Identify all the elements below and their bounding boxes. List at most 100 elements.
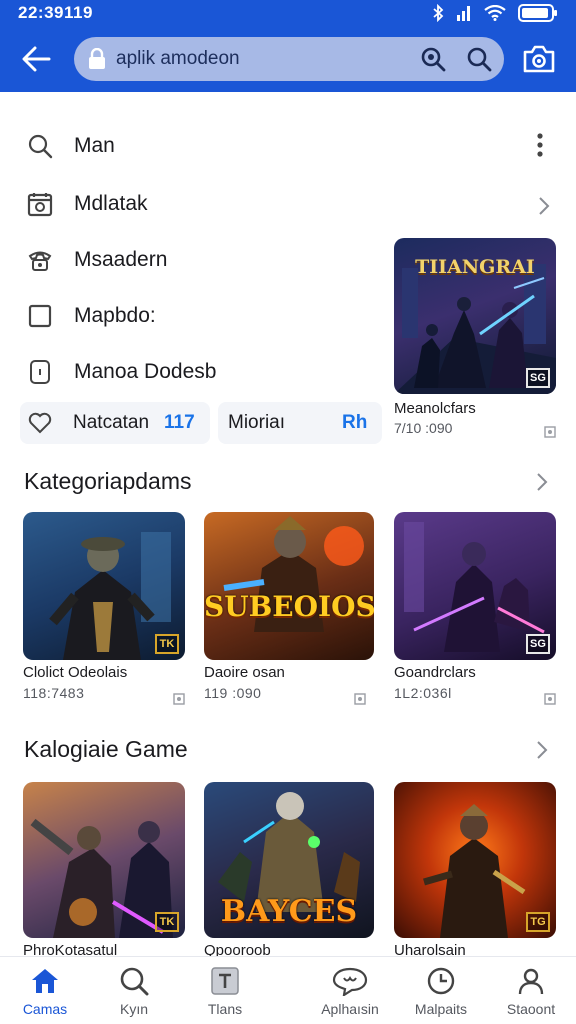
nav-item-kyin[interactable]: Kyın <box>89 965 179 1021</box>
menu-item-mapbdo[interactable]: Mapbdo: <box>26 296 156 336</box>
heart-icon <box>28 412 52 434</box>
game-badge: TK <box>155 912 179 932</box>
download-icon <box>544 693 556 705</box>
nav-label: Camas <box>22 1001 68 1017</box>
bluetooth-icon <box>433 4 444 22</box>
download-icon <box>354 693 366 705</box>
pill-label: Natcatan <box>73 412 150 433</box>
pill-label: Mioriaı <box>228 412 286 433</box>
kebab-menu-icon <box>537 133 543 157</box>
game-logo: SUBEOIOS <box>204 590 374 623</box>
back-button[interactable] <box>18 42 54 76</box>
search-input[interactable] <box>116 45 406 73</box>
game-card[interactable]: SUBEOIOS Daoire osan 119 :090 <box>204 512 374 708</box>
search-icon <box>467 47 492 72</box>
chevron-right-icon[interactable] <box>536 740 548 760</box>
search-icon <box>119 965 149 997</box>
home-icon <box>30 965 60 997</box>
menu-item-manoa-dodesb[interactable]: Manoa Dodesb <box>26 352 216 392</box>
favorites-pill[interactable]: Natcatan 117 <box>20 402 210 444</box>
featured-title: Meanolcfars <box>394 400 476 417</box>
nav-item-tlans[interactable]: Tlans <box>180 965 270 1021</box>
nav-item-camas[interactable]: Camas <box>0 965 90 1021</box>
chevron-right-icon[interactable] <box>538 196 550 216</box>
menu-item-label: Manoa Dodesb <box>74 360 217 383</box>
scan-search-button[interactable] <box>420 46 446 72</box>
download-icon <box>173 693 185 705</box>
featured-thumbnail: TIIANGRAI SG <box>394 238 556 394</box>
lock-icon <box>89 48 105 69</box>
camera-icon <box>523 45 555 73</box>
t-box-icon <box>210 965 240 997</box>
calendar-icon <box>26 190 54 218</box>
pill-count: 117 <box>164 412 195 433</box>
status-icons <box>432 4 558 22</box>
status-time: 22:39119 <box>18 3 93 22</box>
game-card[interactable]: SG Goandrclars 1L2:036l <box>394 512 556 708</box>
phone-icon <box>26 246 54 274</box>
featured-logo: TIIANGRAI <box>415 256 535 278</box>
secondary-pill[interactable]: Mioriaı Rh <box>218 402 382 444</box>
game-card[interactable]: TK Clolict Odeolais 118:7483 <box>23 512 185 708</box>
status-bar: 22:39119 <box>0 0 576 26</box>
game-subtitle: 119 :090 <box>204 685 262 701</box>
more-options-button[interactable] <box>532 132 548 158</box>
nav-item-malpaits[interactable]: Malpaits <box>396 965 486 1021</box>
device-icon <box>26 358 54 386</box>
game-thumbnail: BAYCES <box>204 782 374 938</box>
section-title: Kategoriapdams <box>24 468 192 494</box>
chat-icon <box>332 965 368 997</box>
game-art <box>223 516 364 632</box>
quick-menu-card: Man Mdlatak Msaadern Mapbdo: Manoa Dodes… <box>6 100 570 456</box>
game-badge: TG <box>526 912 550 932</box>
arrow-left-icon <box>22 46 51 72</box>
game-thumbnail: TK <box>23 512 185 660</box>
game-card[interactable]: TK PhroKotasatul <box>23 782 185 959</box>
person-icon <box>516 965 546 997</box>
bottom-navigation: Camas Kyın Tlans Aplhaısin Malpaits Stao… <box>0 956 576 1024</box>
search-button[interactable] <box>466 46 492 72</box>
game-subtitle: 118:7483 <box>23 685 85 701</box>
clock-icon <box>426 965 456 997</box>
nav-label: Staoont <box>506 1001 556 1017</box>
featured-subtitle: 7/10 :090 <box>394 420 453 436</box>
game-thumbnail: SUBEOIOS <box>204 512 374 660</box>
featured-game-card[interactable]: TIIANGRAI SG Meanolcfars 7/10 :090 <box>394 238 556 438</box>
featured-badge: SG <box>526 368 550 388</box>
square-icon <box>26 302 54 330</box>
game-title: Goandrclars <box>394 664 476 681</box>
game-badge: TK <box>155 634 179 654</box>
wifi-icon <box>484 5 506 21</box>
menu-item-label: Msaadern <box>74 248 168 271</box>
menu-item-label: Man <box>74 134 115 157</box>
search-bar[interactable] <box>74 37 504 81</box>
game-card[interactable]: BAYCES Qpooroob <box>204 782 374 959</box>
nav-item-staoont[interactable]: Staoont <box>486 965 576 1021</box>
menu-item-man[interactable]: Man <box>26 126 115 166</box>
download-icon <box>544 426 556 438</box>
menu-item-mdlatak[interactable]: Mdlatak <box>26 184 148 224</box>
game-subtitle: 1L2:036l <box>394 685 452 701</box>
menu-item-label: Mapbdo: <box>74 304 156 327</box>
camera-button[interactable] <box>522 42 556 76</box>
pill-count: Rh <box>342 412 368 433</box>
game-card[interactable]: TG Uharolsain <box>394 782 556 959</box>
menu-item-label: Mdlatak <box>74 192 148 215</box>
menu-item-msaadern[interactable]: Msaadern <box>26 240 167 280</box>
game-logo: BAYCES <box>220 894 358 929</box>
game-title: Clolict Odeolais <box>23 664 128 681</box>
top-app-bar: 22:39119 <box>0 0 576 92</box>
section-title: Kalogiaie Game <box>24 736 188 762</box>
game-title: Daoire osan <box>204 664 285 681</box>
signal-icon <box>457 6 470 21</box>
nav-label: Aplhaısin <box>321 1001 379 1017</box>
search-icon <box>26 132 54 160</box>
nav-label: Malpaits <box>414 1001 468 1017</box>
nav-label: Kyın <box>119 1001 148 1017</box>
chevron-right-icon[interactable] <box>536 472 548 492</box>
game-thumbnail: TK <box>23 782 185 938</box>
game-thumbnail: TG <box>394 782 556 938</box>
game-thumbnail: SG <box>394 512 556 660</box>
nav-item-aplhaisin[interactable]: Aplhaısin <box>305 965 395 1021</box>
nav-label: Tlans <box>207 1001 243 1017</box>
